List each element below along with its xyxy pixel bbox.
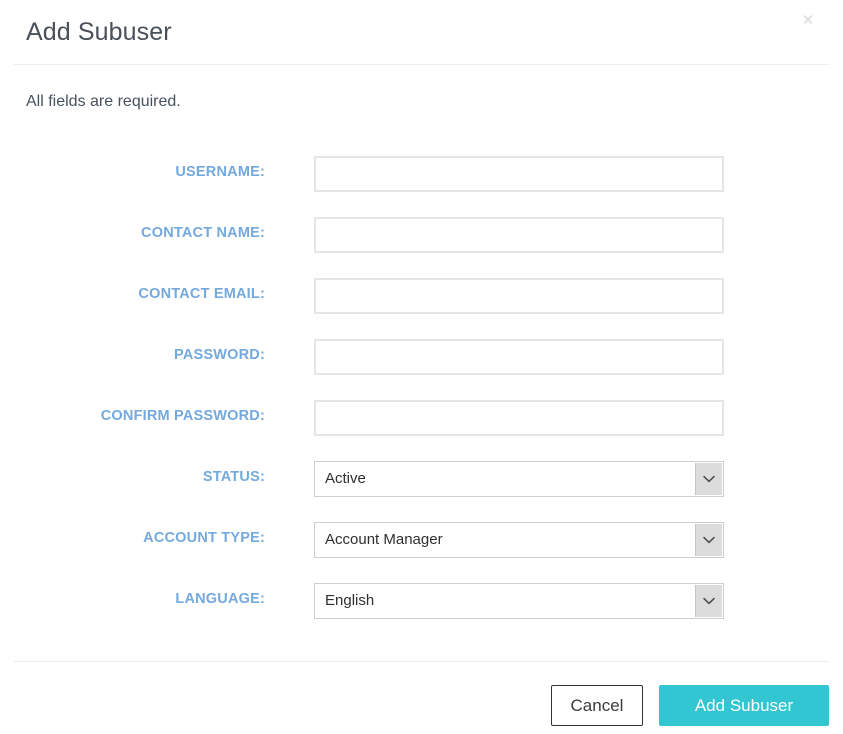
chevron-down-icon[interactable] <box>695 463 722 495</box>
label-status: STATUS: <box>202 469 265 485</box>
add-subuser-form: USERNAME: CONTACT NAME: CONTACT EMAIL: P… <box>0 156 843 644</box>
control-wrap-language: English <box>314 583 724 619</box>
label-username: USERNAME: <box>175 164 265 180</box>
cancel-button[interactable]: Cancel <box>551 685 643 726</box>
add-subuser-modal: Add Subuser × All fields are required. U… <box>0 0 843 734</box>
username-input[interactable] <box>314 156 724 192</box>
confirm-password-input[interactable] <box>314 400 724 436</box>
control-wrap-contact-name <box>314 217 724 253</box>
control-wrap-contact-email <box>314 278 724 314</box>
modal-footer: Cancel Add Subuser <box>0 661 843 734</box>
form-row-contact-name: CONTACT NAME: <box>0 217 843 278</box>
chevron-down-icon[interactable] <box>695 585 722 617</box>
form-row-language: LANGUAGE: English <box>0 583 843 644</box>
account-type-select-value: Account Manager <box>325 531 443 548</box>
chevron-down-icon[interactable] <box>695 524 722 556</box>
control-wrap-status: Active <box>314 461 724 497</box>
label-contact-name: CONTACT NAME: <box>141 225 265 241</box>
form-row-password: PASSWORD: <box>0 339 843 400</box>
modal-header: Add Subuser × <box>0 0 843 64</box>
control-wrap-account-type: Account Manager <box>314 522 724 558</box>
label-password: PASSWORD: <box>174 347 265 363</box>
form-row-confirm-password: CONFIRM PASSWORD: <box>0 400 843 461</box>
page-title: Add Subuser <box>26 18 172 46</box>
form-row-contact-email: CONTACT EMAIL: <box>0 278 843 339</box>
status-select-value: Active <box>325 470 366 487</box>
form-row-username: USERNAME: <box>0 156 843 217</box>
language-select-value: English <box>325 592 375 609</box>
control-wrap-confirm-password <box>314 400 724 436</box>
contact-name-input[interactable] <box>314 217 724 253</box>
close-icon[interactable]: × <box>795 8 821 34</box>
modal-body: All fields are required. USERNAME: CONTA… <box>0 64 843 661</box>
required-fields-note: All fields are required. <box>26 93 181 110</box>
add-subuser-button[interactable]: Add Subuser <box>659 685 829 726</box>
language-select[interactable]: English <box>314 583 724 619</box>
status-select[interactable]: Active <box>314 461 724 497</box>
label-contact-email: CONTACT EMAIL: <box>138 286 265 302</box>
contact-email-input[interactable] <box>314 278 724 314</box>
label-language: LANGUAGE: <box>175 591 265 607</box>
password-input[interactable] <box>314 339 724 375</box>
account-type-select[interactable]: Account Manager <box>314 522 724 558</box>
form-row-account-type: ACCOUNT TYPE: Account Manager <box>0 522 843 583</box>
control-wrap-password <box>314 339 724 375</box>
label-account-type: ACCOUNT TYPE: <box>143 530 265 546</box>
form-row-status: STATUS: Active <box>0 461 843 522</box>
control-wrap-username <box>314 156 724 192</box>
label-confirm-password: CONFIRM PASSWORD: <box>100 408 265 424</box>
